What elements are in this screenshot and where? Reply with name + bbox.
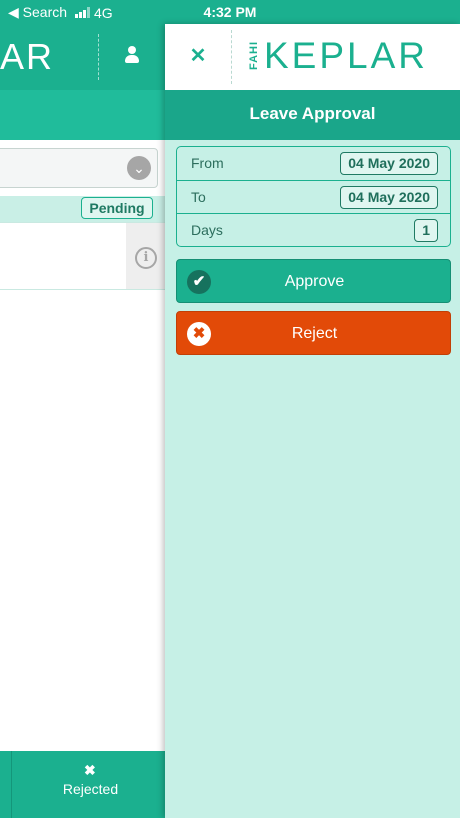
leave-approval-panel [165, 24, 460, 818]
user-icon[interactable] [124, 46, 140, 64]
background-list-item[interactable]: i [0, 222, 165, 290]
approve-button[interactable]: ✔ Approve [176, 259, 451, 303]
logo-sub: FAHI [248, 40, 260, 70]
page-title: Leave Approval [249, 104, 376, 123]
detail-label: Days [191, 222, 223, 238]
info-icon[interactable]: i [135, 247, 157, 269]
background-logo: AR [0, 36, 55, 77]
reject-label: Reject [291, 325, 338, 342]
status-badge: Pending [81, 197, 153, 219]
detail-value-to: 04 May 2020 [340, 186, 438, 209]
background-subheader [0, 90, 165, 140]
reject-button[interactable]: ✖ Reject [176, 311, 451, 355]
close-icon[interactable]: ✕ [186, 44, 210, 68]
detail-row-from: From 04 May 2020 [177, 147, 450, 180]
detail-row-to: To 04 May 2020 [177, 180, 450, 213]
detail-row-days: Days 1 [177, 213, 450, 246]
background-select[interactable]: ⌄ [0, 148, 158, 188]
chevron-down-icon[interactable]: ⌄ [127, 156, 151, 180]
leave-details: From 04 May 2020 To 04 May 2020 Days 1 [176, 146, 451, 247]
logo-main: KEPLAR [264, 35, 429, 76]
background-header-divider [98, 34, 99, 80]
approve-label: Approve [284, 273, 345, 290]
detail-value-from: 04 May 2020 [340, 152, 438, 175]
detail-label: From [191, 155, 224, 171]
status-bar: ◀ Search 4G 4:32 PM [0, 0, 460, 24]
panel-header-divider [231, 30, 232, 84]
keplar-logo: FAHI KEPLAR [248, 36, 425, 76]
status-time: 4:32 PM [203, 4, 257, 20]
close-icon: ✖ [84, 762, 96, 778]
detail-value-days: 1 [414, 219, 438, 242]
detail-label: To [191, 189, 206, 205]
footer-tab-rejected[interactable]: Rejected [12, 781, 169, 797]
